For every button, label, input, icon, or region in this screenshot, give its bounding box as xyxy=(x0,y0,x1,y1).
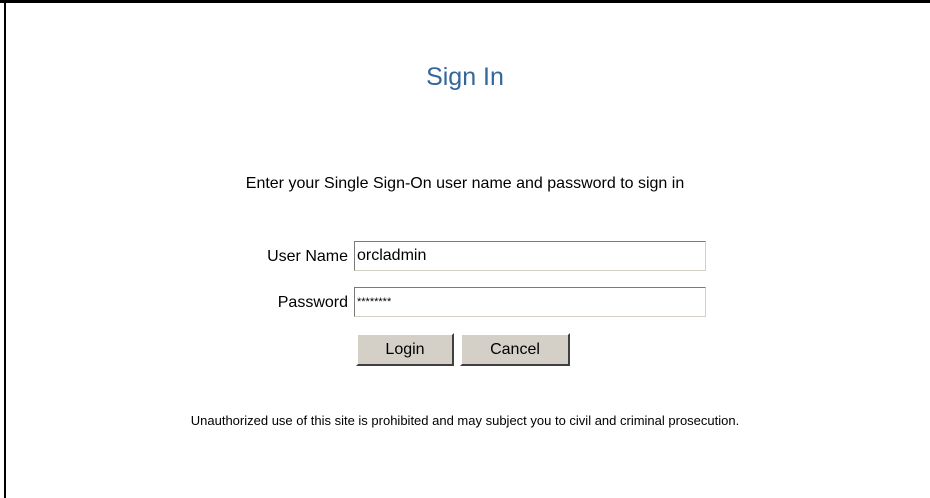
username-input[interactable] xyxy=(354,241,706,271)
cancel-button[interactable]: Cancel xyxy=(460,333,570,366)
legal-disclaimer: Unauthorized use of this site is prohibi… xyxy=(190,413,740,428)
login-button[interactable]: Login xyxy=(356,333,454,366)
page-title: Sign In xyxy=(426,63,504,91)
username-label: User Name xyxy=(267,248,348,265)
password-input[interactable] xyxy=(354,287,706,317)
password-label: Password xyxy=(277,294,348,311)
sign-in-instruction: Enter your Single Sign-On user name and … xyxy=(245,175,685,192)
window-top-border xyxy=(0,0,930,3)
